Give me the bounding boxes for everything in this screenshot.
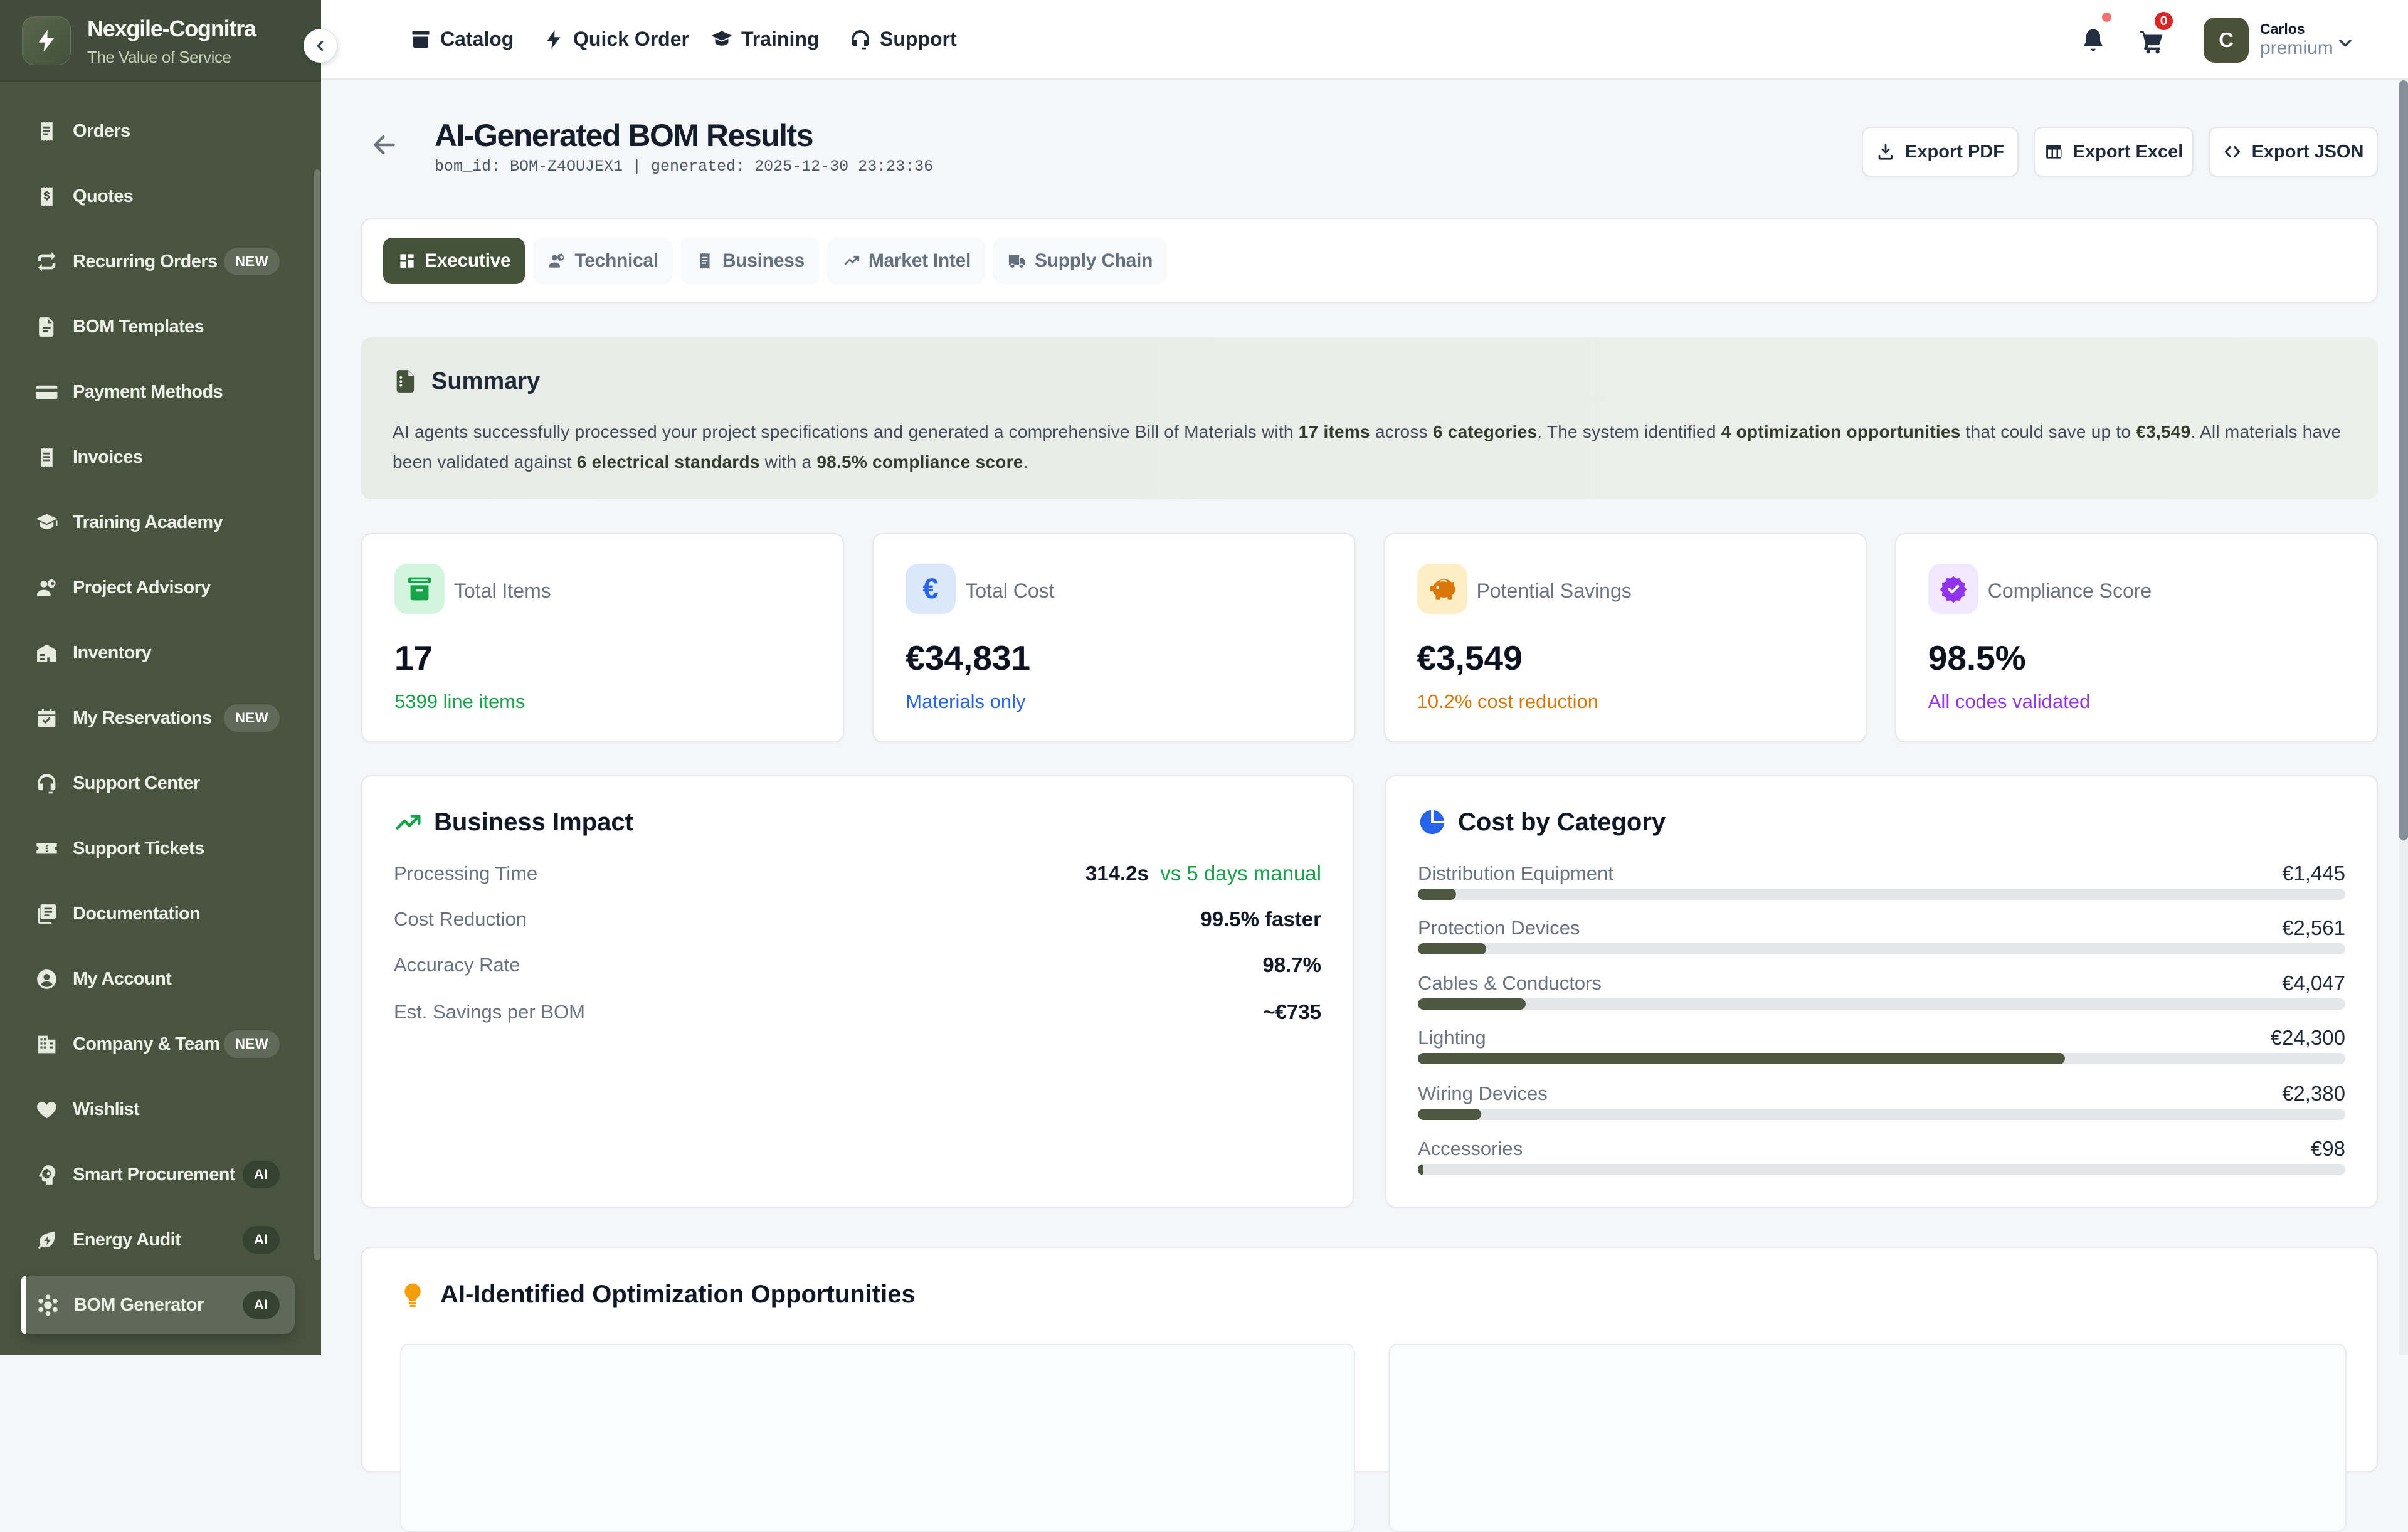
svg-text:€: € [923,574,939,604]
